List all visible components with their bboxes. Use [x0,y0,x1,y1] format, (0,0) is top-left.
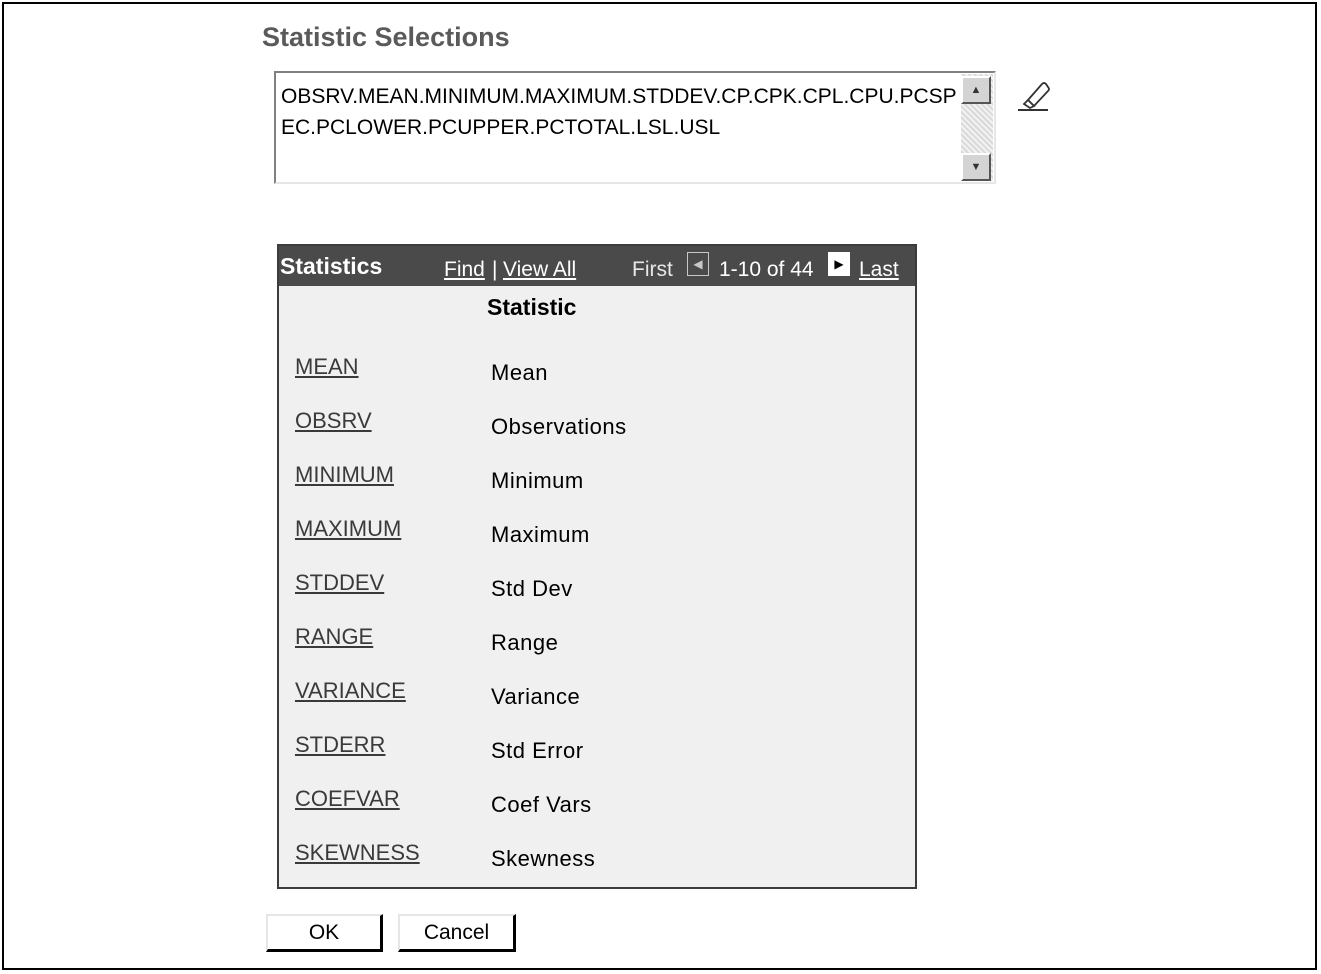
grid-title: Statistics [280,253,383,279]
table-row: VARIANCE Variance [279,678,915,732]
page-title: Statistic Selections [262,22,510,52]
statistic-code-link[interactable]: SKEWNESS [295,840,420,866]
last-link[interactable]: Last [859,258,899,282]
table-row: MAXIMUM Maximum [279,516,915,570]
table-row: SKEWNESS Skewness [279,840,915,894]
find-link[interactable]: Find [444,258,485,282]
statistic-description: Range [491,630,559,655]
statistic-code-link[interactable]: OBSRV [295,408,372,434]
previous-page-button[interactable]: ◀ [687,252,709,276]
arrow-left-icon: ◀ [693,257,703,271]
statistic-description: Std Error [491,738,584,763]
arrow-down-icon: ▼ [970,161,982,173]
statistic-description: Maximum [491,522,590,547]
statistic-description: Minimum [491,468,584,493]
statistic-code-link[interactable]: VARIANCE [295,678,406,704]
statistic-code-link[interactable]: STDERR [295,732,385,758]
table-row: COEFVAR Coef Vars [279,786,915,840]
statistic-code-link[interactable]: MINIMUM [295,462,394,488]
vertical-scrollbar[interactable]: ▲ ▼ [961,74,993,181]
arrow-right-icon: ▶ [834,257,844,271]
statistic-description: Skewness [491,846,596,871]
statistic-description: Mean [491,360,549,385]
header-separator: | [492,258,498,281]
grid-header-bar: Statistics Find | View All First ◀ 1-10 … [279,246,915,286]
statistics-grid: Statistics Find | View All First ◀ 1-10 … [277,244,917,889]
statistic-selections-field[interactable]: OBSRV.MEAN.MINIMUM.MAXIMUM.STDDEV.CP.CPK… [274,71,996,184]
eraser-icon[interactable] [1012,76,1052,116]
ok-button[interactable]: OK [266,914,383,952]
column-header-statistic: Statistic [487,294,577,320]
statistic-description: Std Dev [491,576,573,601]
statistic-selections-value[interactable]: OBSRV.MEAN.MINIMUM.MAXIMUM.STDDEV.CP.CPK… [281,81,961,143]
scroll-down-button[interactable]: ▼ [961,153,991,181]
table-row: STDERR Std Error [279,732,915,786]
cancel-button[interactable]: Cancel [398,914,516,952]
statistic-code-link[interactable]: MAXIMUM [295,516,401,542]
row-range-indicator: 1-10 of 44 [719,258,814,281]
arrow-up-icon: ▲ [970,84,982,96]
statistic-code-link[interactable]: MEAN [295,354,359,380]
table-row: RANGE Range [279,624,915,678]
next-page-button[interactable]: ▶ [828,252,850,276]
statistic-code-link[interactable]: RANGE [295,624,373,650]
statistic-description: Variance [491,684,581,709]
scroll-up-button[interactable]: ▲ [961,76,991,104]
table-row: STDDEV Std Dev [279,570,915,624]
statistic-code-link[interactable]: COEFVAR [295,786,400,812]
statistic-code-link[interactable]: STDDEV [295,570,384,596]
view-all-link[interactable]: View All [503,258,576,282]
table-row: MEAN Mean [279,354,915,408]
table-row: MINIMUM Minimum [279,462,915,516]
table-row: OBSRV Observations [279,408,915,462]
statistic-description: Observations [491,414,627,439]
statistic-description: Coef Vars [491,792,592,817]
first-label: First [632,258,673,281]
